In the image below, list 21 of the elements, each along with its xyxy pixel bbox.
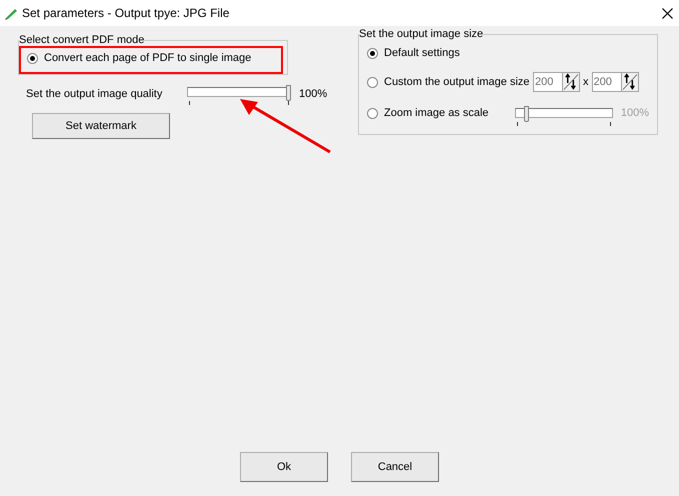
watermark-button[interactable]: Set watermark [32,113,170,139]
radio-option[interactable]: Default settings [367,40,649,66]
close-icon[interactable] [662,8,673,18]
app-icon [4,6,18,20]
slider[interactable] [514,106,613,126]
spin-arrows-icon[interactable] [562,73,579,91]
quality-reading: 100% [299,87,328,100]
radio-option[interactable]: Custom the output image size [367,70,533,94]
scale-reading: 100% [620,107,649,119]
spin-arrows-icon[interactable] [620,73,638,91]
radio-option[interactable]: Convert each page of PDF to single image [27,46,279,70]
ok-button[interactable]: Ok [240,452,328,482]
window-title: Set parameters - Output tpye: JPG File [22,6,230,20]
slider[interactable] [187,85,291,105]
width-field[interactable]: 200 [533,72,580,92]
group-title: Set the output image size [359,28,484,40]
times-sign: x [583,76,588,88]
cancel-button[interactable]: Cancel [351,452,439,482]
group-title: Select convert PDF mode [19,34,144,46]
quality-label: Set the output image quality [26,87,164,100]
height-field[interactable]: 200 [592,72,638,92]
